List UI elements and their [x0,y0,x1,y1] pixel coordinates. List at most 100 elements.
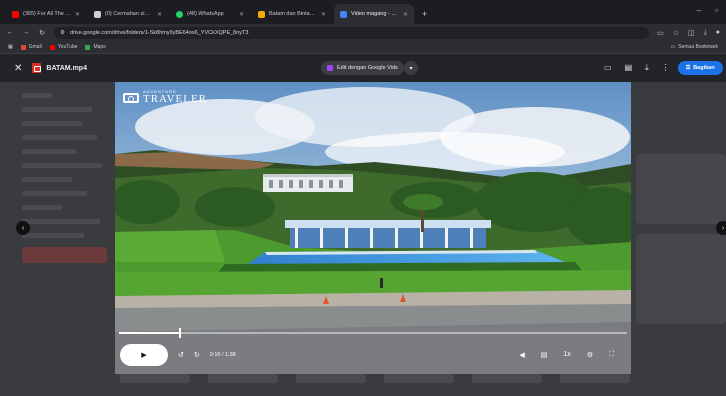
close-tab-icon[interactable]: ✕ [321,11,326,18]
whatsapp-favicon-icon [176,10,183,18]
tab-label: (365) For All The Dreams [23,11,71,17]
forward-icon[interactable]: → [22,29,30,36]
back-icon[interactable]: ← [6,29,14,36]
dimmed-card [636,234,726,324]
tab-label: Video magang - Google Drive [351,11,399,17]
download-icon[interactable]: ⤓ [645,63,649,73]
dimmed-chip [472,374,542,383]
share-button[interactable]: ⚿ Bagikan [678,61,723,75]
drive-favicon-icon [340,10,347,18]
close-tab-icon[interactable]: ✕ [157,11,162,18]
volume-icon[interactable]: ◀ [519,351,524,359]
channel-logo: ADVENTURE TRAVELER [123,90,207,105]
tab-label: Batam dan Bintan, Kepulauan [269,11,317,17]
dimmed-chip [384,374,454,383]
new-tab-button[interactable]: + [416,4,433,24]
bookmark-label: Semua Bookmark [678,44,718,50]
more-options-icon[interactable]: ⋮ [662,63,670,73]
youtube-icon [49,44,55,50]
next-file-chevron-right-icon[interactable]: › [716,221,726,235]
extensions-icon[interactable]: ◫ [688,29,695,37]
browser-tab[interactable]: (48) WhatsApp ✕ [170,4,250,24]
install-icon[interactable]: ▭ [657,29,664,37]
dimmed-line [22,163,102,168]
video-player[interactable]: ADVENTURE TRAVELER ▶ ↺ ↻ 0:10 / 1:38 ◀ ▤… [115,82,631,374]
settings-gear-icon[interactable]: ⚙ [587,351,593,359]
comment-icon[interactable]: ▤ [625,63,633,73]
fullscreen-icon[interactable]: ⛶ [609,351,614,359]
video-time: 0:10 / 1:38 [209,352,236,358]
site-info-icon[interactable]: ⚙ [60,30,65,36]
dimmed-line [22,233,84,238]
bookmark-gmail[interactable]: Gmail [20,44,42,50]
video-controls-right: ◀ ▤ 1x ⚙ ⛶ [519,351,626,359]
youtube-favicon-icon [12,10,19,18]
maximize-icon[interactable]: ▫ [715,6,718,15]
close-tab-icon[interactable]: ✕ [403,11,408,18]
share-label: Bagikan [693,65,715,71]
browser-tab-active[interactable]: Video magang - Google Drive ✕ [334,4,414,24]
dimmed-line [22,135,97,140]
all-bookmarks[interactable]: ▭ Semua Bookmark [671,44,718,50]
dimmed-line [22,219,100,224]
dimmed-line [22,121,82,126]
file-name: BATAM.mp4 [46,64,87,72]
previous-file-chevron-left-icon[interactable]: ‹ [16,221,30,235]
browser-tab[interactable]: (0) Cermahan sigr 413 jenaasi ✕ [88,4,168,24]
reload-icon[interactable]: ↻ [38,29,46,37]
drive-video-viewer: ✕ BATAM.mp4 Edit dengan Google Vids ▾ ▭ … [0,54,726,396]
site-favicon-icon [258,10,265,18]
dimmed-chip [208,374,278,383]
playback-speed[interactable]: 1x [563,351,570,359]
profile-icon[interactable]: ● [716,29,720,37]
dimmed-storage-box [22,247,107,263]
logo-title: TRAVELER [143,93,208,105]
url-text: drive.google.com/drive/folders/1-Sk8hmy0… [69,29,249,36]
dimmed-chip [296,374,366,383]
google-vids-icon [327,65,333,71]
edit-label: Edit dengan Google Vids [337,65,398,71]
captions-icon[interactable]: ▤ [541,351,548,359]
window-controls: – ▫ [697,6,718,15]
browser-toolbar: ← → ↻ ⚙ drive.google.com/drive/folders/1… [0,24,726,41]
dimmed-line [22,93,52,98]
video-progress-handle[interactable] [178,328,181,338]
bookmark-youtube[interactable]: YouTube [49,44,78,50]
bookmark-star-icon[interactable]: ☆ [673,29,679,37]
dimmed-sidebar [22,84,117,314]
logo-text: ADVENTURE TRAVELER [143,90,207,105]
edit-options-chevron-down-icon[interactable]: ▾ [404,61,418,75]
browser-tab[interactable]: Batam dan Bintan, Kepulauan ✕ [252,4,332,24]
viewer-actions: ▭ ▤ ⤓ ⋮ [604,63,670,73]
gmail-icon [20,44,26,50]
bookmark-label: Gmail [28,44,42,50]
maps-icon [85,44,91,50]
browser-tab[interactable]: (365) For All The Dreams ✕ [6,4,86,24]
bookmark-label: YouTube [57,44,78,50]
bookmark-maps[interactable]: Maps [85,44,106,50]
dimmed-line [22,107,92,112]
forward-10-icon[interactable]: ↻ [194,351,200,359]
edit-with-vids-button[interactable]: Edit dengan Google Vids [321,61,404,75]
toolbar-actions: ▭ ☆ ◫ ⤓ ● [657,29,720,37]
bookmark-label: Maps [93,44,106,50]
video-frame-resort-scene [115,82,631,374]
camera-logo-icon [123,92,139,103]
address-bar[interactable]: ⚙ drive.google.com/drive/folders/1-Sk8hm… [54,26,650,39]
folder-icon: ▭ [670,44,676,50]
minimize-icon[interactable]: – [697,6,701,15]
rewind-10-icon[interactable]: ↺ [178,351,184,359]
close-viewer-icon[interactable]: ✕ [14,63,22,74]
play-button[interactable]: ▶ [120,344,168,366]
dimmed-line [22,177,72,182]
download-icon[interactable]: ⤓ [704,29,707,37]
video-progress-bar[interactable] [119,328,627,338]
close-tab-icon[interactable]: ✕ [239,11,244,18]
open-in-new-window-icon[interactable]: ▭ [604,63,612,73]
close-tab-icon[interactable]: ✕ [75,11,80,18]
apps-grid-icon[interactable]: ▦ [8,44,13,50]
video-progress-fill [119,332,180,334]
share-lock-icon: ⚿ [686,64,691,71]
tab-label: (48) WhatsApp [187,11,224,17]
dimmed-chip [560,374,630,383]
